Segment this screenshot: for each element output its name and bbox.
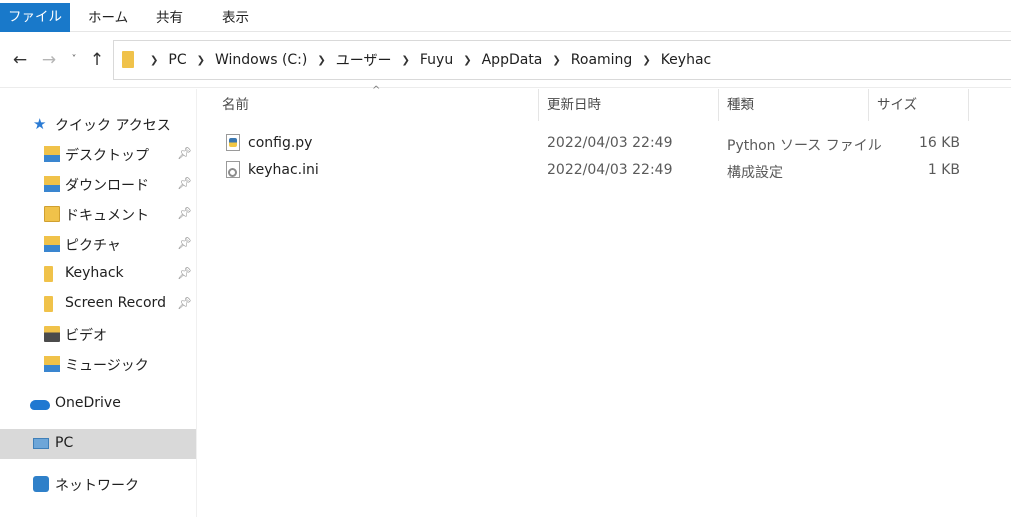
sort-ascending-icon: ^ — [372, 85, 381, 96]
file-name: config.py — [248, 135, 313, 151]
sidebar-item-music[interactable]: ミュージック — [0, 349, 196, 379]
music-folder-icon — [44, 356, 60, 372]
settings-file-icon — [226, 161, 240, 178]
sidebar-item-label: ネットワーク — [55, 478, 139, 494]
navigation-pane: ★ クイック アクセス デスクトップ 📌︎ ダウンロード 📌︎ ドキュメント 📌… — [0, 89, 196, 517]
table-row[interactable]: keyhac.ini 2022/04/03 22:49 構成設定 1 KB — [220, 158, 980, 184]
sidebar-item-label: OneDrive — [55, 395, 121, 411]
folder-icon — [44, 296, 53, 312]
chevron-right-icon[interactable]: ❯ — [548, 55, 564, 66]
navigation-bar: ← → ˅ ↑ ❯ PC ❯ Windows (C:) ❯ ユーザー ❯ Fuy… — [0, 32, 1011, 88]
sidebar-item-onedrive[interactable]: OneDrive — [0, 389, 196, 419]
sidebar-item-label: ミュージック — [65, 358, 149, 374]
arrow-right-icon[interactable]: → — [38, 48, 60, 72]
pin-icon[interactable]: 📌︎ — [177, 176, 192, 190]
folder-icon — [122, 51, 134, 68]
ribbon: ファイル ホーム 共有 表示 — [0, 0, 1011, 32]
sidebar-item-network[interactable]: ネットワーク — [0, 469, 196, 499]
network-icon — [33, 476, 49, 492]
chevron-down-icon[interactable]: ˅ — [63, 48, 85, 72]
breadcrumb-windows-c[interactable]: Windows (C:) — [209, 52, 313, 68]
sidebar-item-screen-record[interactable]: Screen Record 📌︎ — [0, 289, 196, 319]
file-modified: 2022/04/03 22:49 — [547, 135, 673, 151]
file-list: ^ 名前 更新日時 種類 サイズ config.py 2022/04/03 22… — [200, 85, 1011, 517]
breadcrumb-appdata[interactable]: AppData — [476, 52, 549, 68]
desktop-folder-icon — [44, 146, 60, 162]
computer-icon — [33, 438, 49, 449]
chevron-right-icon[interactable]: ❯ — [313, 55, 329, 66]
sidebar-item-keyhack[interactable]: Keyhack 📌︎ — [0, 259, 196, 289]
pane-splitter[interactable] — [196, 89, 197, 517]
breadcrumb-keyhac[interactable]: Keyhac — [655, 52, 718, 68]
tab-share[interactable]: 共有 — [146, 4, 193, 32]
chevron-right-icon[interactable]: ❯ — [146, 55, 162, 66]
sidebar-item-pictures[interactable]: ピクチャ 📌︎ — [0, 229, 196, 259]
sidebar-item-documents[interactable]: ドキュメント 📌︎ — [0, 199, 196, 229]
pin-icon[interactable]: 📌︎ — [177, 146, 192, 160]
chevron-right-icon[interactable]: ❯ — [459, 55, 475, 66]
chevron-right-icon[interactable]: ❯ — [398, 55, 414, 66]
sidebar-item-label: ピクチャ — [65, 238, 121, 254]
sidebar-item-videos[interactable]: ビデオ — [0, 319, 196, 349]
sidebar-item-label: Screen Record — [65, 295, 166, 311]
downloads-folder-icon — [44, 176, 60, 192]
sidebar-item-label: PC — [55, 435, 74, 451]
column-divider[interactable] — [718, 89, 719, 121]
file-name: keyhac.ini — [248, 162, 319, 178]
pictures-folder-icon — [44, 236, 60, 252]
pin-icon[interactable]: 📌︎ — [177, 236, 192, 250]
pin-icon[interactable]: 📌︎ — [177, 206, 192, 220]
sidebar-item-pc[interactable]: PC — [0, 429, 196, 459]
breadcrumb: ❯ PC ❯ Windows (C:) ❯ ユーザー ❯ Fuyu ❯ AppD… — [146, 41, 717, 79]
sidebar-item-label: Keyhack — [65, 265, 124, 281]
chevron-right-icon[interactable]: ❯ — [638, 55, 654, 66]
sidebar-item-desktop[interactable]: デスクトップ 📌︎ — [0, 139, 196, 169]
folder-icon — [44, 266, 53, 282]
chevron-right-icon[interactable]: ❯ — [193, 55, 209, 66]
cloud-icon — [30, 400, 50, 410]
column-divider[interactable] — [968, 89, 969, 121]
column-header-modified[interactable]: 更新日時 — [547, 89, 601, 121]
file-type: Python ソース ファイル — [727, 138, 882, 154]
breadcrumb-roaming[interactable]: Roaming — [565, 52, 639, 68]
arrow-up-icon[interactable]: ↑ — [86, 48, 108, 72]
column-divider[interactable] — [868, 89, 869, 121]
table-row[interactable]: config.py 2022/04/03 22:49 Python ソース ファ… — [220, 131, 980, 157]
file-modified: 2022/04/03 22:49 — [547, 162, 673, 178]
sidebar-item-label: ダウンロード — [65, 178, 149, 194]
videos-folder-icon — [44, 326, 60, 342]
tab-view[interactable]: 表示 — [212, 4, 259, 32]
sidebar-item-downloads[interactable]: ダウンロード 📌︎ — [0, 169, 196, 199]
breadcrumb-users[interactable]: ユーザー — [330, 50, 398, 70]
column-header-type[interactable]: 種類 — [727, 89, 754, 121]
file-size: 16 KB — [918, 135, 960, 151]
arrow-left-icon[interactable]: ← — [9, 48, 31, 72]
tab-file[interactable]: ファイル — [0, 3, 70, 32]
pin-icon[interactable]: 📌︎ — [177, 296, 192, 310]
documents-folder-icon — [44, 206, 60, 222]
column-divider[interactable] — [538, 89, 539, 121]
breadcrumb-pc[interactable]: PC — [162, 52, 192, 68]
column-header-size[interactable]: サイズ — [877, 89, 917, 121]
column-header-name[interactable]: 名前 — [222, 89, 249, 121]
file-type: 構成設定 — [727, 165, 783, 181]
sidebar-item-label: ドキュメント — [65, 208, 149, 224]
file-size: 1 KB — [927, 162, 960, 178]
python-file-icon — [226, 134, 240, 151]
sidebar-item-quick-access[interactable]: ★ クイック アクセス — [0, 109, 196, 139]
sidebar-item-label: デスクトップ — [65, 148, 149, 164]
address-bar[interactable]: ❯ PC ❯ Windows (C:) ❯ ユーザー ❯ Fuyu ❯ AppD… — [113, 40, 1011, 80]
sidebar-item-label: ビデオ — [65, 328, 107, 344]
breadcrumb-fuyu[interactable]: Fuyu — [414, 52, 459, 68]
sidebar-item-label: クイック アクセス — [55, 118, 171, 134]
star-icon: ★ — [33, 115, 47, 133]
tab-home[interactable]: ホーム — [78, 4, 138, 32]
pin-icon[interactable]: 📌︎ — [177, 266, 192, 280]
